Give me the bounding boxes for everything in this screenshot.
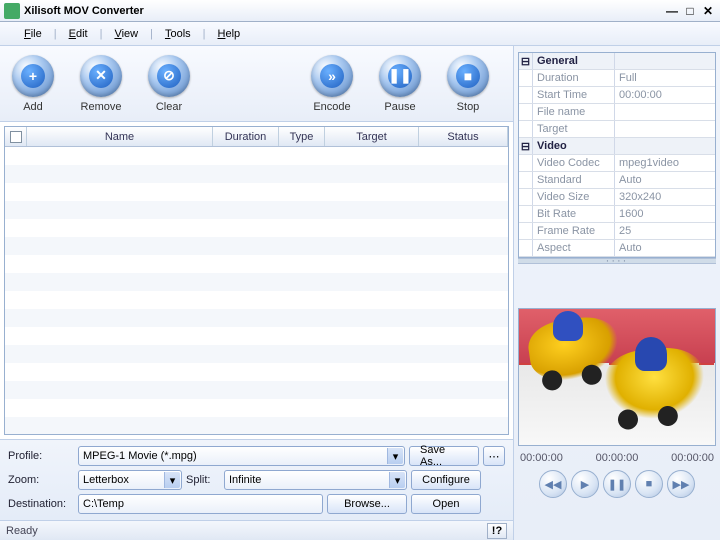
col-type[interactable]: Type [279,127,325,146]
destination-label: Destination: [8,498,74,510]
window-title: Xilisoft MOV Converter [24,5,664,17]
play-button[interactable]: ▶ [571,470,599,498]
prev-button[interactable]: ◀◀ [539,470,567,498]
split-label: Split: [186,474,220,486]
menu-help[interactable]: Help [214,26,245,42]
plus-icon: + [21,64,45,88]
profile-combo[interactable]: MPEG-1 Movie (*.mpg)▾ [78,446,405,466]
chevron-down-icon: ▾ [387,448,403,464]
minimize-button[interactable]: — [664,4,680,18]
collapse-icon[interactable]: ⊟ [519,138,533,154]
time-elapsed: 00:00:00 [520,452,563,464]
maximize-button[interactable]: □ [682,4,698,18]
timestamps: 00:00:00 00:00:00 00:00:00 [514,450,720,466]
clear-button[interactable]: ⊘Clear [148,55,190,113]
open-button[interactable]: Open [411,494,481,514]
col-target[interactable]: Target [325,127,419,146]
save-as-button[interactable]: Save As... [409,446,479,466]
remove-button[interactable]: ✕Remove [80,55,122,113]
destination-input[interactable]: C:\Temp [78,494,323,514]
player-pause-button[interactable]: ❚❚ [603,470,631,498]
next-button[interactable]: ▶▶ [667,470,695,498]
help-button[interactable]: !? [487,523,507,539]
x-icon: ✕ [89,64,113,88]
profile-label: Profile: [8,450,74,462]
encode-icon: » [320,64,344,88]
time-total: 00:00:00 [671,452,714,464]
menu-view[interactable]: View [110,26,142,42]
settings-form: Profile: MPEG-1 Movie (*.mpg)▾ Save As..… [0,439,513,520]
app-icon [4,3,20,19]
file-list-body[interactable] [5,147,508,434]
browse-button[interactable]: Browse... [327,494,407,514]
profile-more-button[interactable]: ⋯ [483,446,505,466]
close-button[interactable]: ✕ [700,4,716,18]
player-stop-button[interactable]: ■ [635,470,663,498]
pause-icon: ❚❚ [388,64,412,88]
statusbar: Ready !? [0,520,513,540]
zoom-label: Zoom: [8,474,74,486]
zoom-combo[interactable]: Letterbox▾ [78,470,182,490]
menu-file[interactable]: File [20,26,46,42]
titlebar: Xilisoft MOV Converter — □ ✕ [0,0,720,22]
menu-tools[interactable]: Tools [161,26,195,42]
splitter[interactable] [518,258,716,264]
col-name[interactable]: Name [27,127,213,146]
time-current: 00:00:00 [596,452,639,464]
collapse-icon[interactable]: ⊟ [519,53,533,69]
preview-panel [518,308,716,446]
split-combo[interactable]: Infinite▾ [224,470,407,490]
select-all-checkbox[interactable] [10,131,22,143]
chevron-down-icon: ▾ [389,472,405,488]
menubar: File| Edit| View| Tools| Help [0,22,720,46]
chevron-down-icon: ▾ [164,472,180,488]
player-controls: ◀◀ ▶ ❚❚ ■ ▶▶ [514,466,720,506]
stop-button[interactable]: ■Stop [447,55,489,113]
configure-button[interactable]: Configure [411,470,481,490]
file-list-header: Name Duration Type Target Status [5,127,508,147]
add-button[interactable]: +Add [12,55,54,113]
pause-button[interactable]: ❚❚Pause [379,55,421,113]
col-status[interactable]: Status [419,127,508,146]
stop-icon: ■ [456,64,480,88]
toolbar: +Add ✕Remove ⊘Clear »Encode ❚❚Pause ■Sto… [0,46,513,122]
file-list[interactable]: Name Duration Type Target Status [4,126,509,435]
property-grid[interactable]: ⊟General DurationFull Start Time00:00:00… [518,52,716,258]
slash-icon: ⊘ [157,64,181,88]
col-duration[interactable]: Duration [213,127,279,146]
encode-button[interactable]: »Encode [311,55,353,113]
status-text: Ready [6,525,487,537]
menu-edit[interactable]: Edit [65,26,92,42]
